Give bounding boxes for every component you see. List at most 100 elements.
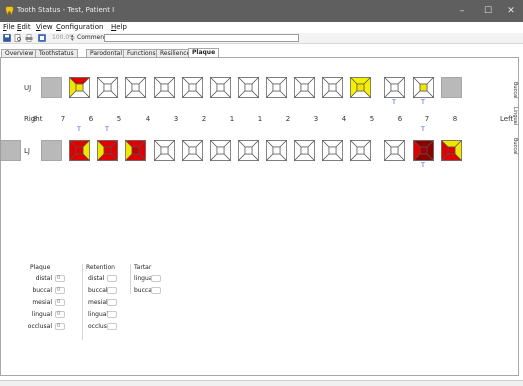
tooth-mark: T [421, 99, 425, 106]
upper-tooth-10[interactable] [294, 77, 315, 98]
print-icon[interactable] [25, 34, 33, 42]
plaque-lingual-field[interactable]: 0 [55, 311, 65, 318]
upper-tooth-3[interactable] [97, 77, 118, 98]
upper-tooth-8[interactable] [238, 77, 259, 98]
tooth-number: 6 [397, 115, 403, 123]
plaque-panel [0, 57, 519, 376]
retention-distal-label: distal [88, 275, 105, 282]
menu-edit[interactable]: Edit [17, 23, 31, 31]
upper-tooth-7[interactable] [210, 77, 231, 98]
tooth-mark: T [421, 126, 425, 133]
lower-tooth-16[interactable] [0, 140, 21, 161]
lower-tooth-5[interactable] [154, 140, 175, 161]
window-title: Tooth Status - Test, Patient I [17, 6, 115, 14]
lower-tooth-12[interactable] [350, 140, 371, 161]
tartar-buccal-field[interactable] [151, 287, 161, 294]
tooth-number: 3 [173, 115, 179, 123]
upper-tooth-9[interactable] [266, 77, 287, 98]
lower-tooth-7[interactable] [210, 140, 231, 161]
surface-occlusal [131, 83, 140, 92]
lower-tooth-3[interactable] [97, 140, 118, 161]
plaque-group-title: Plaque [30, 264, 51, 271]
app-tooth-icon [5, 6, 14, 15]
plaque-distal-field[interactable]: 0 [55, 275, 65, 282]
zoom-spinner[interactable]: ▴ ▾ [71, 34, 76, 43]
print-preview-icon[interactable] [14, 34, 22, 42]
surface-occlusal [300, 146, 309, 155]
zoom-icon[interactable] [38, 34, 46, 42]
tooth-number: 6 [88, 115, 94, 123]
upper-tooth-4[interactable] [125, 77, 146, 98]
upper-tooth-14[interactable] [413, 77, 434, 98]
upper-tooth-15[interactable] [441, 77, 462, 98]
lower-tooth-13[interactable] [384, 140, 405, 161]
upper-tooth-12[interactable] [350, 77, 371, 98]
plaque-occlusal-field[interactable]: 0 [55, 323, 65, 330]
lower-tooth-1[interactable] [41, 140, 62, 161]
lower-jaw-label: LJ [24, 147, 30, 155]
missing-tooth-box [41, 140, 62, 161]
surface-occlusal [356, 146, 365, 155]
surface-occlusal [272, 146, 281, 155]
tooth-number: 2 [201, 115, 207, 123]
lower-tooth-14[interactable] [413, 140, 434, 161]
plaque-buccal-field[interactable]: 0 [55, 287, 65, 294]
upper-tooth-2[interactable] [69, 77, 90, 98]
tooth-number: 8 [452, 115, 458, 123]
menu-bar: File Edit View Configuration Help [0, 22, 523, 32]
plaque-buccal-label: buccal [32, 287, 52, 294]
title-bar: Tooth Status - Test, Patient I – ☐ ✕ [0, 0, 523, 22]
close-button[interactable]: ✕ [496, 0, 523, 22]
lower-tooth-10[interactable] [294, 140, 315, 161]
lower-tooth-15[interactable] [441, 140, 462, 161]
lower-tooth-6[interactable] [182, 140, 203, 161]
menu-help[interactable]: Help [111, 23, 127, 31]
upper-tooth-13[interactable] [384, 77, 405, 98]
surface-occlusal [75, 146, 84, 155]
tooth-number: 8 [32, 115, 38, 123]
tooth-number: 3 [313, 115, 319, 123]
tooth-number: 4 [145, 115, 151, 123]
lower-tooth-2[interactable] [69, 140, 90, 161]
legend-divider [130, 264, 131, 294]
tooth-number: 4 [341, 115, 347, 123]
upper-tooth-1[interactable] [41, 77, 62, 98]
retention-buccal-field[interactable] [107, 287, 117, 294]
missing-tooth-box [41, 77, 62, 98]
upper-tooth-5[interactable] [154, 77, 175, 98]
surface-occlusal [447, 146, 456, 155]
retention-lingual-field[interactable] [107, 311, 117, 318]
tooth-mark: T [105, 126, 109, 133]
lower-tooth-8[interactable] [238, 140, 259, 161]
lower-tooth-11[interactable] [322, 140, 343, 161]
surface-occlusal [300, 83, 309, 92]
tooth-number: 7 [424, 115, 430, 123]
lower-tooth-9[interactable] [266, 140, 287, 161]
surface-occlusal [356, 83, 365, 92]
upper-jaw-label: UJ [24, 84, 32, 92]
buccal-label-lower: Buccal [512, 138, 518, 155]
surface-occlusal [328, 146, 337, 155]
save-icon[interactable] [3, 34, 11, 42]
tooth-number: 2 [285, 115, 291, 123]
legend-divider [82, 264, 83, 340]
plaque-mesial-label: mesial [32, 299, 52, 306]
menu-file[interactable]: File [3, 23, 15, 31]
surface-occlusal [103, 146, 112, 155]
upper-tooth-6[interactable] [182, 77, 203, 98]
tooth-number: 7 [60, 115, 66, 123]
tooth-number: 5 [116, 115, 122, 123]
retention-occlusal-field[interactable] [107, 323, 117, 330]
retention-mesial-field[interactable] [107, 299, 117, 306]
plaque-mesial-field[interactable]: 0 [55, 299, 65, 306]
menu-view[interactable]: View [36, 23, 53, 31]
surface-occlusal [244, 83, 253, 92]
menu-configuration[interactable]: Configuration [56, 23, 103, 31]
retention-distal-field[interactable] [107, 275, 117, 282]
lower-tooth-4[interactable] [125, 140, 146, 161]
buccal-label-upper: Buccal [512, 82, 518, 99]
tartar-lingual-field[interactable] [151, 275, 161, 282]
retention-group-title: Retention [86, 264, 115, 271]
upper-tooth-11[interactable] [322, 77, 343, 98]
comment-input[interactable] [104, 34, 299, 42]
